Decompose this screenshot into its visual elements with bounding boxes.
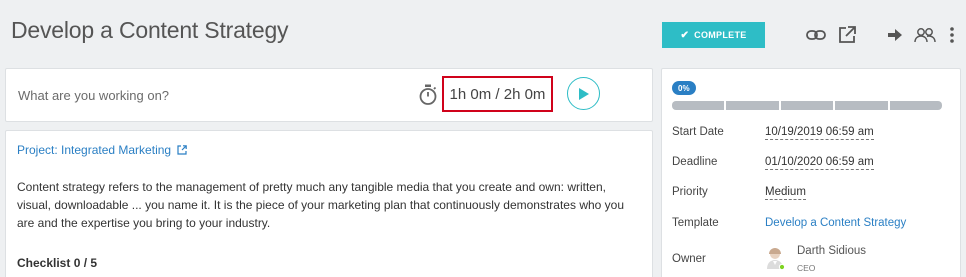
progress-segment	[780, 101, 834, 110]
checklist-heading: Checklist 0 / 5	[17, 256, 98, 270]
start-date-value[interactable]: 10/19/2019 06:59 am	[765, 126, 874, 140]
progress-segment	[835, 101, 888, 110]
time-tracked-text: 1h 0m / 2h 0m	[449, 85, 546, 103]
owner-label: Owner	[672, 253, 706, 265]
progress-segment	[672, 101, 725, 110]
owner-name[interactable]: Darth Sidious	[797, 245, 866, 257]
start-timer-button[interactable]	[567, 77, 600, 110]
owner-avatar[interactable]	[765, 247, 786, 271]
progress-badge: 0%	[672, 81, 696, 95]
users-icon[interactable]	[914, 25, 936, 45]
project-link[interactable]: Project: Integrated Marketing	[17, 143, 187, 157]
arrow-right-icon[interactable]	[884, 25, 906, 45]
owner-role: CEO	[797, 263, 816, 273]
complete-button-label: COMPLETE	[694, 30, 747, 40]
project-link-label: Project: Integrated Marketing	[17, 143, 172, 157]
complete-button[interactable]: ✔ COMPLETE	[662, 22, 765, 48]
start-date-label: Start Date	[672, 126, 724, 138]
check-icon: ✔	[680, 29, 690, 41]
more-vertical-icon[interactable]	[946, 25, 958, 45]
task-description[interactable]: Content strategy refers to the managemen…	[17, 178, 642, 232]
link-icon[interactable]	[805, 25, 827, 45]
priority-value[interactable]: Medium	[765, 186, 806, 200]
task-details-panel: 0% Start Date 10/19/2019 06:59 am Deadli…	[661, 68, 961, 277]
description-panel: Project: Integrated Marketing Content st…	[5, 130, 653, 277]
priority-label: Priority	[672, 186, 708, 198]
deadline-value[interactable]: 01/10/2020 06:59 am	[765, 156, 874, 170]
external-link-icon[interactable]	[836, 25, 858, 45]
progress-segment	[726, 101, 779, 110]
task-title[interactable]: Develop a Content Strategy	[11, 17, 289, 44]
template-link[interactable]: Develop a Content Strategy	[765, 217, 906, 229]
work-description-input[interactable]	[18, 88, 398, 103]
play-icon	[578, 87, 589, 100]
time-tracked-display[interactable]: 1h 0m / 2h 0m	[442, 76, 553, 112]
timer-panel: 1h 0m / 2h 0m	[5, 68, 653, 122]
template-label: Template	[672, 217, 719, 229]
progress-segment	[889, 101, 943, 110]
deadline-label: Deadline	[672, 156, 718, 168]
stopwatch-icon	[418, 84, 438, 106]
progress-bar	[672, 101, 943, 110]
external-link-small-icon	[177, 145, 187, 155]
